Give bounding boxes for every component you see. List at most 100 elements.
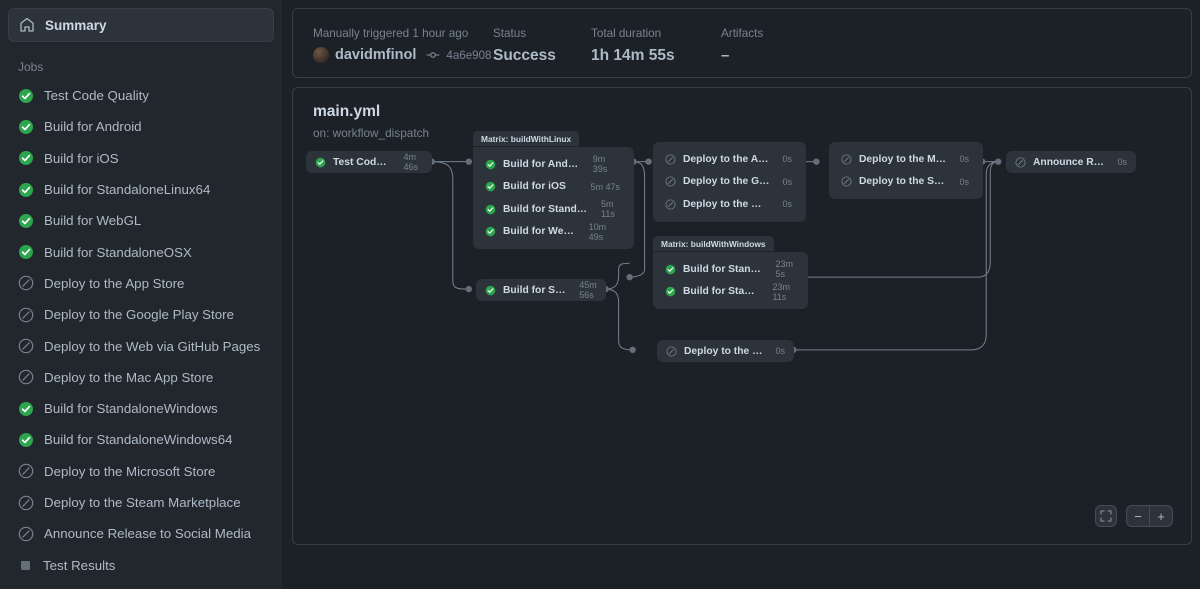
graph-group-row[interactable]: Deploy to the Microsoft Store0s: [829, 148, 983, 171]
success-check-icon: [485, 204, 496, 215]
sidebar-job-item[interactable]: Deploy to the Google Play Store: [8, 299, 274, 330]
skipped-icon: [18, 369, 34, 385]
graph-group-body: Deploy to the App Store 0s Deploy to the G…: [653, 142, 806, 222]
graph-node-label: Build for StandaloneWi...: [683, 286, 760, 297]
sidebar-item-label: Build for WebGL: [44, 213, 141, 228]
success-check-icon: [18, 182, 34, 198]
sidebar-item-label: Build for StandaloneWindows64: [44, 432, 233, 447]
sidebar-job-item[interactable]: Deploy to the App Store: [8, 268, 274, 299]
skipped-icon: [666, 346, 677, 357]
graph-node-label: Build for StandaloneOSX: [503, 285, 566, 296]
skipped-icon: [18, 526, 34, 542]
sidebar-job-item[interactable]: Deploy to the Steam Marketplace: [8, 487, 274, 518]
sidebar-job-item[interactable]: Test Code Quality: [8, 80, 274, 111]
success-check-icon: [18, 150, 34, 166]
sidebar-job-item[interactable]: Build for StandaloneOSX: [8, 236, 274, 267]
graph-node-test-code-quality[interactable]: Test Code Quality4m 46s: [306, 151, 432, 173]
graph-group-row[interactable]: Build for WebGL10m 49s: [473, 221, 634, 244]
graph-node-announce-release[interactable]: Announce Release to Social ...0s: [1006, 151, 1136, 173]
sidebar-item-label: Deploy to the Web via GitHub Pages: [44, 339, 260, 354]
graph-node-duration: 0s: [777, 154, 792, 164]
graph-group-row[interactable]: Deploy to the Google Play St...0s: [653, 171, 806, 194]
graph-node-duration: 9m 39s: [588, 154, 620, 174]
skipped-icon: [665, 176, 676, 187]
graph-group-row[interactable]: Build for StandaloneWi...23m 11s: [653, 281, 808, 304]
status-value: Success: [493, 47, 591, 65]
sidebar-item-label: Deploy to the Mac App Store: [44, 370, 213, 385]
graph-node-label: Build for WebGL: [503, 226, 577, 237]
graph-group-matrix-buildwithwindows[interactable]: Matrix: buildWithWindows Build for Standa…: [653, 234, 808, 309]
graph-node-duration: 5m 11s: [596, 199, 620, 219]
duration-value: 1h 14m 55s: [591, 47, 721, 65]
graph-node-label: Build for StandaloneLinu...: [503, 204, 589, 215]
graph-node-duration: 45m 56s: [573, 280, 597, 300]
success-check-icon: [485, 181, 496, 192]
sidebar-job-item[interactable]: Deploy to the Mac App Store: [8, 362, 274, 393]
actor-name[interactable]: davidmfinol: [335, 47, 416, 63]
sidebar-job-item[interactable]: Announce Release to Social Media: [8, 518, 274, 549]
graph-node-label: Build for StandaloneWin...: [683, 264, 763, 275]
skipped-icon: [18, 495, 34, 511]
graph-group-body: Build for Android9m 39sBuild for iOS5m 4…: [473, 147, 634, 249]
sidebar-job-item[interactable]: Build for StandaloneWindows: [8, 393, 274, 424]
graph-group-deploy-microsoft-steam[interactable]: Deploy to the Microsoft Store0sDeploy to…: [829, 142, 983, 199]
sidebar-job-item[interactable]: Build for WebGL: [8, 205, 274, 236]
sidebar-item-label: Test Code Quality: [44, 88, 149, 103]
graph-node-label: Announce Release to Social ...: [1033, 157, 1104, 168]
graph-group-tab: Matrix: buildWithWindows: [653, 236, 774, 251]
graph-group-row[interactable]: Deploy to the Steam Market...0s: [829, 171, 983, 194]
graph-node-duration: 0s: [954, 177, 969, 187]
fit-to-screen-icon: [1100, 510, 1112, 522]
skipped-icon: [18, 463, 34, 479]
commit-sha[interactable]: 4a6e908: [446, 49, 491, 62]
success-check-icon: [18, 244, 34, 260]
graph-node-build-standaloneosx[interactable]: Build for StandaloneOSX 45m 56s: [476, 279, 606, 301]
home-icon: [19, 17, 35, 33]
graph-group-matrix-buildwithlinux[interactable]: Matrix: buildWithLinuxBuild for Android9…: [473, 129, 634, 249]
run-summary-header: Manually triggered 1 hour ago davidmfino…: [292, 8, 1192, 78]
graph-node-label: Deploy to the Microsoft Store: [859, 154, 947, 165]
duration-label: Total duration: [591, 27, 721, 40]
graph-group-row[interactable]: Build for Android9m 39s: [473, 153, 634, 176]
workflow-run-page: Summary Jobs Test Code Quality Build for …: [0, 0, 1200, 589]
graph-group-row[interactable]: Build for StandaloneLinu... 5m 11s: [473, 198, 634, 221]
workflow-graph-panel: main.yml on: workflow_dispatch: [292, 87, 1192, 545]
sidebar-item-label: Announce Release to Social Media: [44, 526, 251, 541]
success-check-icon: [665, 286, 676, 297]
sidebar-job-item[interactable]: Build for StandaloneLinux64: [8, 174, 274, 205]
graph-group-row[interactable]: Deploy to the App Store 0s: [653, 148, 806, 171]
graph-group-row[interactable]: Build for StandaloneWin...23m 5s: [653, 258, 808, 281]
sidebar-item-summary[interactable]: Summary: [8, 8, 274, 42]
graph-group-row[interactable]: Deploy to the Web via GitHu...0s: [653, 193, 806, 216]
success-check-icon: [485, 159, 496, 170]
success-check-icon: [315, 157, 326, 168]
sidebar-job-item[interactable]: Build for StandaloneWindows64: [8, 424, 274, 455]
graph-group-deploy-stores[interactable]: Deploy to the App Store 0s Deploy to the G…: [653, 142, 806, 222]
skipped-icon: [665, 154, 676, 165]
sidebar-job-item[interactable]: Deploy to the Web via GitHub Pages: [8, 330, 274, 361]
success-check-icon: [18, 88, 34, 104]
sidebar-job-item[interactable]: Build for Android: [8, 111, 274, 142]
fit-to-screen-button[interactable]: [1095, 505, 1117, 527]
graph-node-label: Deploy to the App Store: [683, 154, 770, 165]
skipped-icon: [841, 154, 852, 165]
sidebar-item-test-results[interactable]: Test Results: [8, 549, 274, 580]
jobs-heading: Jobs: [8, 42, 274, 80]
artifacts-column: Artifacts –: [721, 27, 763, 59]
graph-node-duration: 0s: [769, 346, 785, 356]
graph-node-label: Deploy to the Mac App Store: [684, 346, 762, 357]
graph-group-tab: Matrix: buildWithLinux: [473, 131, 579, 146]
graph-node-deploy-mac-app-store[interactable]: Deploy to the Mac App Store 0s: [657, 340, 794, 362]
success-check-icon: [18, 401, 34, 417]
zoom-in-button[interactable]: +: [1150, 506, 1172, 526]
avatar: [313, 47, 329, 63]
graph-group-row[interactable]: Build for iOS5m 47s: [473, 176, 634, 199]
sidebar-job-item[interactable]: Build for iOS: [8, 143, 274, 174]
graph-canvas[interactable]: Test Code Quality4m 46s Build for Standa…: [293, 88, 1191, 544]
zoom-out-button[interactable]: −: [1127, 506, 1149, 526]
sidebar-item-label: Build for StandaloneLinux64: [44, 182, 210, 197]
zoom-button-group: − +: [1126, 505, 1173, 527]
sidebar-job-item[interactable]: Deploy to the Microsoft Store: [8, 456, 274, 487]
sidebar-item-label: Build for StandaloneWindows: [44, 401, 218, 416]
skipped-icon: [18, 307, 34, 323]
